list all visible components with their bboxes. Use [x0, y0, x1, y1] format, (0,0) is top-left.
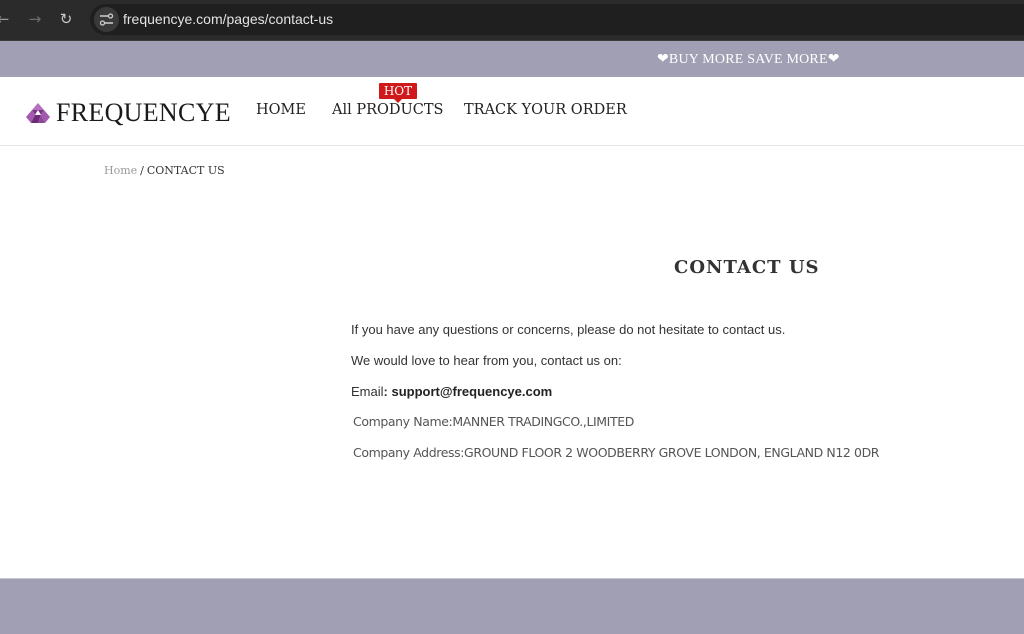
- site-header: FREQUENCYE HOME HOT All PRODUCTS TRACK Y…: [0, 77, 1024, 146]
- nav-all-products[interactable]: All PRODUCTS: [332, 102, 443, 118]
- logo-diamond-icon: [26, 103, 50, 123]
- browser-toolbar: ← → ↻ frequencye.com/pages/contact-us: [0, 0, 1024, 41]
- brand-logo[interactable]: FREQUENCYE: [25, 98, 231, 128]
- reload-icon[interactable]: ↻: [57, 10, 75, 28]
- email-link[interactable]: support@frequencye.com: [391, 384, 552, 399]
- hot-badge: HOT: [379, 83, 417, 103]
- company-address: Company Address:GROUND FLOOR 2 WOODBERRY…: [353, 445, 880, 460]
- address-bar[interactable]: frequencye.com/pages/contact-us: [90, 4, 1024, 35]
- nav-home[interactable]: HOME: [256, 102, 306, 118]
- email-line: Email: support@frequencye.com: [351, 384, 552, 399]
- site-footer: [0, 578, 1024, 634]
- breadcrumb-separator: /: [140, 164, 144, 177]
- url-text[interactable]: frequencye.com/pages/contact-us: [123, 11, 333, 27]
- intro-text: If you have any questions or concerns, p…: [351, 322, 786, 337]
- site-settings-icon[interactable]: [94, 7, 119, 32]
- breadcrumb-current: CONTACT US: [146, 164, 225, 177]
- back-arrow-icon[interactable]: ←: [0, 10, 12, 28]
- page-title: CONTACT US: [674, 257, 820, 278]
- contact-intro-text: We would love to hear from you, contact …: [351, 353, 622, 368]
- breadcrumb-home[interactable]: Home: [104, 164, 137, 177]
- email-label: Email: [351, 384, 384, 399]
- nav-track-order[interactable]: TRACK YOUR ORDER: [464, 102, 627, 118]
- company-name: Company Name:MANNER TRADINGCO.,LIMITED: [353, 414, 634, 429]
- announcement-text[interactable]: ❤BUY MORE SAVE MORE❤: [657, 51, 840, 68]
- forward-arrow-icon[interactable]: →: [26, 10, 44, 28]
- brand-name: FREQUENCYE: [56, 98, 231, 127]
- announcement-bar: ❤BUY MORE SAVE MORE❤: [0, 41, 1024, 77]
- breadcrumb: Home / CONTACT US: [104, 164, 225, 177]
